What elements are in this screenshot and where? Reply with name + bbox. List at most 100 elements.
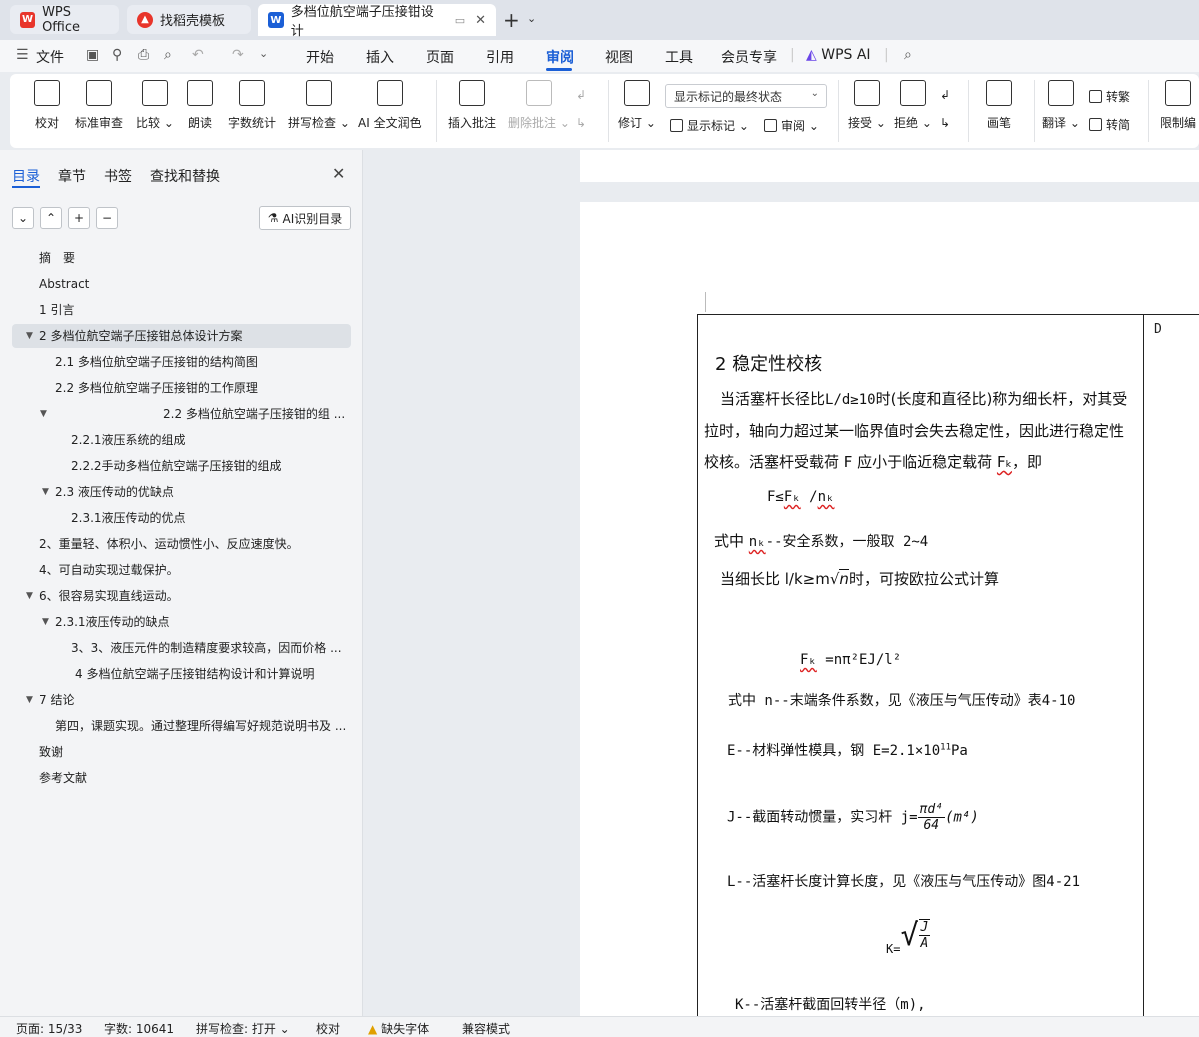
- next-change-icon[interactable]: ↳: [940, 116, 950, 130]
- show-markup-button[interactable]: 显示标记 ⌄: [670, 117, 749, 134]
- accept-button[interactable]: 接受 ⌄: [848, 80, 886, 131]
- to-traditional-button[interactable]: 转繁: [1089, 88, 1130, 105]
- track-changes-button[interactable]: 修订 ⌄: [618, 80, 656, 131]
- redo-icon[interactable]: ↷: [232, 47, 244, 63]
- new-tab-icon[interactable]: +: [503, 8, 520, 32]
- word-count-button[interactable]: 字数统计: [228, 80, 276, 131]
- menu-tools[interactable]: 工具: [665, 47, 693, 67]
- to-simplified-button[interactable]: 转简: [1089, 116, 1130, 133]
- menu-insert[interactable]: 插入: [366, 47, 394, 67]
- paragraph: 当活塞杆长径比L/d≥10时(长度和直径比)称为细长杆，对其受拉时，轴向力超过某…: [704, 390, 1128, 471]
- toc-item[interactable]: 2、重量轻、体积小、运动惯性小、反应速度快。: [0, 532, 350, 556]
- toc-item[interactable]: ▼ 6、很容易实现直线运动。: [0, 584, 350, 608]
- tab-toc[interactable]: 目录: [12, 166, 40, 186]
- print-preview-icon[interactable]: ⌕: [164, 47, 172, 63]
- expand-triangle-icon[interactable]: ▼: [40, 402, 47, 426]
- toc-item[interactable]: 4、可自动实现过载保护。: [0, 558, 350, 582]
- word-count-indicator[interactable]: 字数: 10641: [104, 1020, 174, 1037]
- menu-page[interactable]: 页面: [426, 47, 454, 67]
- document-page[interactable]: D 2 稳定性校核 当活塞杆长径比L/d≥10时(长度和直径比)称为细长杆，对其…: [580, 202, 1199, 1016]
- menu-view[interactable]: 视图: [605, 47, 633, 67]
- ai-toc-button[interactable]: ⚗ AI识别目录: [259, 206, 351, 230]
- toc-item[interactable]: ▼ 7 结论: [0, 688, 350, 712]
- expand-triangle-icon[interactable]: ▼: [26, 584, 33, 608]
- remove-heading-button[interactable]: −: [96, 207, 118, 229]
- insert-comment-button[interactable]: 插入批注: [448, 80, 496, 131]
- toc-item-label: 2.2 多档位航空端子压接钳的工作原理: [55, 381, 258, 395]
- document-canvas[interactable]: D 2 稳定性校核 当活塞杆长径比L/d≥10时(长度和直径比)称为细长杆，对其…: [364, 150, 1199, 1016]
- close-tab-icon[interactable]: ✕: [475, 13, 486, 28]
- toc-item[interactable]: 2.1 多档位航空端子压接钳的结构简图: [0, 350, 350, 374]
- toc-item-label: 3、3、液压元件的制造精度要求较高，因而价格 ...: [71, 641, 342, 655]
- delete-comment-button[interactable]: 删除批注 ⌄: [508, 80, 570, 131]
- chevron-down-icon[interactable]: ⌄: [527, 12, 536, 25]
- close-icon[interactable]: ✕: [332, 164, 345, 183]
- toc-item[interactable]: 2.2.1液压系统的组成: [0, 428, 350, 452]
- ai-polish-button[interactable]: AI 全文润色: [358, 80, 422, 131]
- menu-review[interactable]: 审阅: [546, 47, 574, 67]
- expand-triangle-icon[interactable]: ▼: [26, 688, 33, 712]
- reject-button[interactable]: 拒绝 ⌄: [894, 80, 932, 131]
- spell-check-button[interactable]: 拼写检查 ⌄: [288, 80, 350, 131]
- tab-document[interactable]: W 多档位航空端子压接钳设计 ▭ ✕: [258, 4, 496, 39]
- next-comment-icon[interactable]: ↳: [576, 116, 586, 130]
- markup-display-select[interactable]: 显示标记的最终状态 ⌄: [665, 84, 827, 108]
- prev-comment-icon[interactable]: ↲: [576, 88, 586, 102]
- writer-logo-icon: W: [268, 12, 284, 28]
- toc-item-label: 2.2 多档位航空端子压接钳的组 ...: [163, 407, 346, 421]
- toc-item[interactable]: 摘 要: [0, 246, 350, 270]
- toc-item[interactable]: 1 引言: [0, 298, 350, 322]
- toc-item[interactable]: Abstract: [0, 272, 350, 296]
- toc-item-label: 致谢: [39, 745, 64, 759]
- tab-chapters[interactable]: 章节: [58, 166, 86, 186]
- search-icon[interactable]: ⌕: [904, 47, 912, 63]
- standard-review-button[interactable]: 标准审查: [75, 80, 123, 131]
- page-indicator[interactable]: 页面: 15/33: [16, 1020, 82, 1037]
- proofread-button[interactable]: 校对: [34, 80, 60, 131]
- expand-triangle-icon[interactable]: ▼: [42, 610, 49, 634]
- toc-item[interactable]: ▼ 2 多档位航空端子压接钳总体设计方案: [12, 324, 351, 348]
- toc-item[interactable]: 3、3、液压元件的制造精度要求较高，因而价格 ...: [0, 636, 350, 660]
- menu-home[interactable]: 开始: [306, 47, 334, 67]
- tab-docer[interactable]: ▲ 找稻壳模板: [127, 5, 251, 34]
- share-icon[interactable]: ⚲: [112, 47, 122, 63]
- chevron-down-icon[interactable]: ⌄: [259, 47, 268, 60]
- expand-triangle-icon[interactable]: ▼: [26, 324, 33, 348]
- toc-item[interactable]: 2.2.2手动多档位航空端子压接钳的组成: [0, 454, 350, 478]
- prev-change-icon[interactable]: ↲: [940, 88, 950, 102]
- expand-triangle-icon[interactable]: ▼: [42, 480, 49, 504]
- collapse-all-button[interactable]: ⌄: [12, 207, 34, 229]
- missing-font-indicator[interactable]: ▲ 缺失字体: [368, 1020, 429, 1037]
- compare-button[interactable]: 比较 ⌄: [136, 80, 174, 131]
- expand-up-button[interactable]: ⌃: [40, 207, 62, 229]
- toc-item[interactable]: ▼ 2.2 多档位航空端子压接钳的组 ...: [0, 402, 350, 426]
- read-aloud-button[interactable]: 朗读: [187, 80, 213, 131]
- toc-item[interactable]: 4 多档位航空端子压接钳结构设计和计算说明: [0, 662, 350, 686]
- spell-check-toggle[interactable]: 拼写检查: 打开 ⌄: [196, 1020, 290, 1037]
- pen-button[interactable]: 画笔: [986, 80, 1012, 131]
- undo-icon[interactable]: ↶: [192, 47, 204, 63]
- menu-wps-ai[interactable]: ◭ WPS AI: [806, 47, 871, 63]
- toc-item[interactable]: 2.3.1液压传动的优点: [0, 506, 350, 530]
- proofread-indicator[interactable]: 校对: [316, 1020, 340, 1037]
- tab-find-replace[interactable]: 查找和替换: [150, 166, 220, 186]
- tab-wps-office[interactable]: W WPS Office: [10, 5, 119, 35]
- hamburger-icon[interactable]: ☰: [16, 47, 29, 63]
- review-pane-button[interactable]: 审阅 ⌄: [764, 117, 819, 134]
- toc-item[interactable]: ▼ 2.3 液压传动的优缺点: [0, 480, 350, 504]
- restrict-edit-button[interactable]: 限制编: [1160, 80, 1196, 131]
- menu-file[interactable]: 文件: [36, 47, 64, 67]
- toc-item[interactable]: 2.2 多档位航空端子压接钳的工作原理: [0, 376, 350, 400]
- toc-item[interactable]: 致谢: [0, 740, 350, 764]
- add-heading-button[interactable]: +: [68, 207, 90, 229]
- toc-item[interactable]: 参考文献: [0, 766, 350, 790]
- print-icon[interactable]: ⎙: [138, 47, 149, 63]
- insert-comment-icon: [459, 80, 485, 106]
- toc-item[interactable]: ▼ 2.3.1液压传动的缺点: [0, 610, 350, 634]
- toc-item[interactable]: 第四，课题实现。通过整理所得编写好规范说明书及 ...: [0, 714, 350, 738]
- menu-references[interactable]: 引用: [486, 47, 514, 67]
- save-icon[interactable]: ▣: [86, 47, 99, 63]
- translate-button[interactable]: 翻译 ⌄: [1042, 80, 1080, 131]
- tab-bookmarks[interactable]: 书签: [104, 166, 132, 186]
- menu-member[interactable]: 会员专享: [721, 47, 777, 67]
